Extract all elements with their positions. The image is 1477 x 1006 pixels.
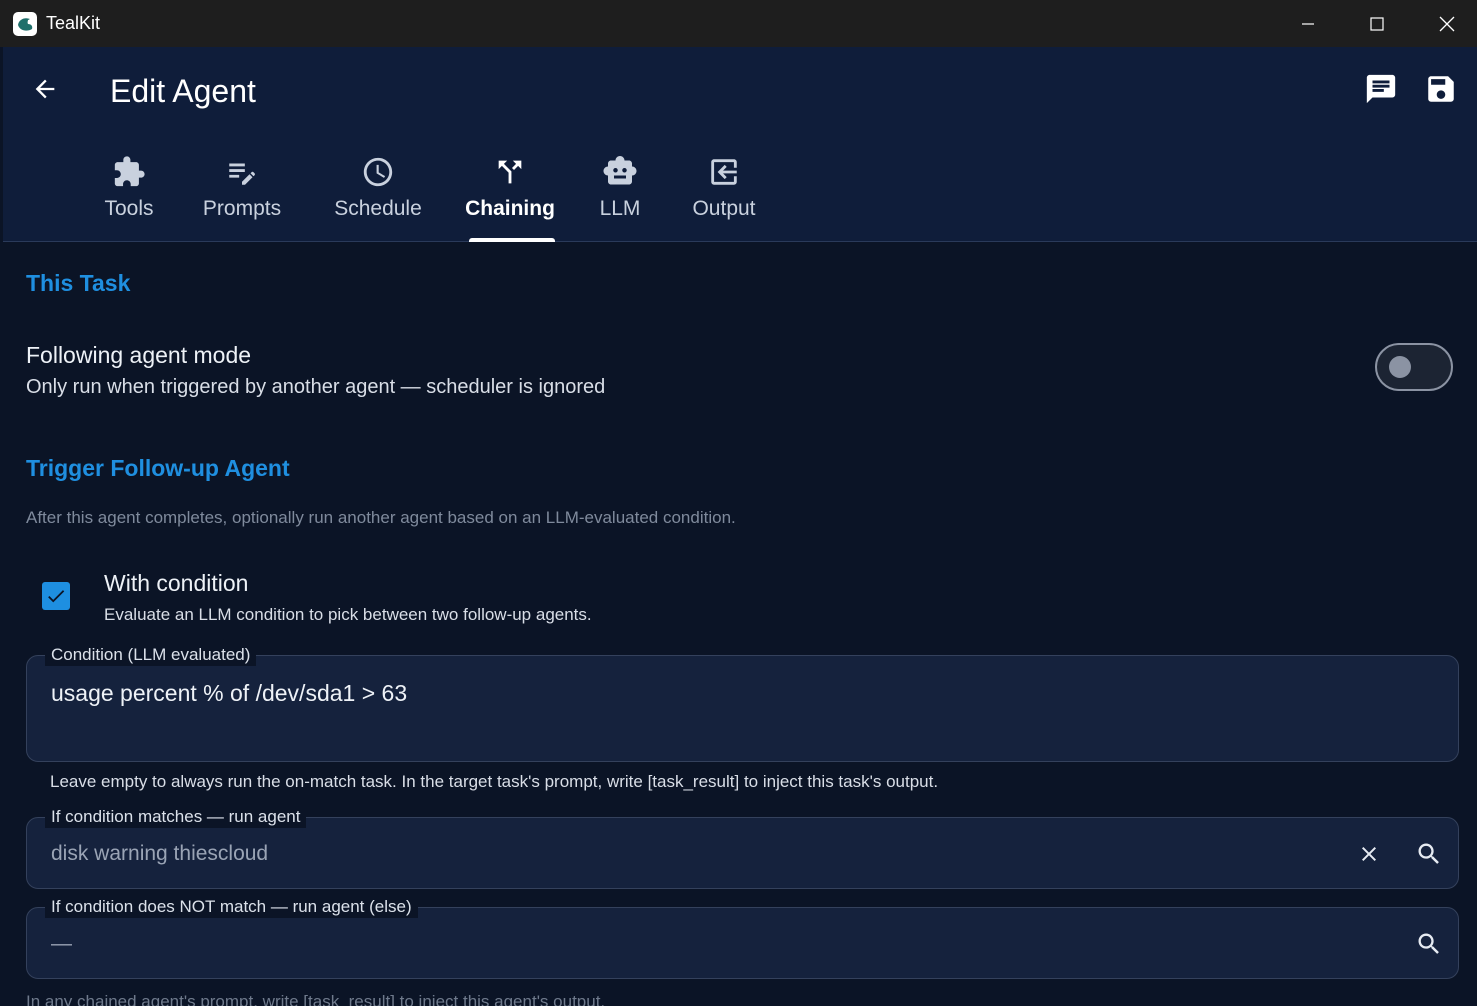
following-mode-subtitle: Only run when triggered by another agent… — [26, 376, 606, 398]
check-icon — [48, 590, 65, 603]
with-condition-checkbox[interactable] — [42, 582, 70, 610]
tab-llm[interactable]: LLM — [597, 147, 643, 242]
following-mode-toggle[interactable] — [1375, 343, 1453, 391]
page-title: Edit Agent — [110, 73, 256, 109]
app-logo-icon — [13, 12, 37, 36]
puzzle-icon — [112, 147, 146, 189]
app-header: Edit Agent Tools Prompts Schedule Chaini… — [3, 47, 1477, 242]
chaining-panel: This Task Following agent mode Only run … — [0, 242, 1477, 1006]
save-icon — [1428, 76, 1454, 102]
with-condition-title: With condition — [104, 570, 249, 596]
match-agent-input[interactable]: disk warning thiescloud — [51, 842, 268, 866]
window-titlebar: TealKit — [0, 0, 1477, 47]
tab-tools[interactable]: Tools — [96, 147, 162, 242]
search-match-button[interactable] — [1411, 836, 1447, 872]
edit-list-icon — [225, 147, 259, 189]
match-agent-label: If condition matches — run agent — [45, 806, 307, 828]
robot-icon — [602, 147, 638, 189]
else-helper: In any chained agent's prompt, write [ta… — [26, 992, 606, 1006]
app-title: TealKit — [46, 13, 101, 33]
close-button[interactable] — [1412, 0, 1477, 47]
tab-prompts[interactable]: Prompts — [199, 147, 285, 242]
save-button[interactable] — [1421, 69, 1461, 109]
minimize-button[interactable] — [1273, 0, 1343, 47]
tab-chaining[interactable]: Chaining — [465, 147, 555, 242]
maximize-button[interactable] — [1342, 0, 1412, 47]
this-task-heading: This Task — [26, 270, 131, 296]
else-agent-input[interactable]: — — [51, 932, 72, 956]
back-button[interactable] — [25, 69, 65, 109]
tab-bar: Tools Prompts Schedule Chaining LLM Outp… — [3, 147, 1477, 242]
condition-field-label: Condition (LLM evaluated) — [45, 644, 257, 666]
condition-input[interactable]: usage percent % of /dev/sda1 > 63 — [51, 680, 407, 707]
arrow-left-icon — [35, 79, 55, 99]
condition-field[interactable]: Condition (LLM evaluated) usage percent … — [26, 644, 1459, 762]
condition-helper: Leave empty to always run the on-match t… — [50, 772, 939, 791]
chat-icon — [1366, 74, 1396, 104]
clock-icon — [361, 147, 395, 189]
fork-icon — [493, 147, 527, 189]
else-agent-label: If condition does NOT match — run agent … — [45, 896, 418, 918]
clear-match-button[interactable] — [1351, 836, 1387, 872]
output-icon — [707, 147, 741, 189]
search-icon — [1418, 933, 1439, 954]
tab-output[interactable]: Output — [687, 147, 761, 242]
tab-schedule[interactable]: Schedule — [330, 147, 426, 242]
else-agent-field[interactable]: If condition does NOT match — run agent … — [26, 896, 1459, 979]
trigger-heading: Trigger Follow-up Agent — [26, 455, 290, 481]
search-else-button[interactable] — [1411, 926, 1447, 962]
match-agent-field[interactable]: If condition matches — run agent disk wa… — [26, 806, 1459, 889]
following-mode-title: Following agent mode — [26, 342, 252, 368]
trigger-description: After this agent completes, optionally r… — [26, 508, 736, 527]
toggle-knob — [1389, 356, 1411, 378]
search-icon — [1418, 843, 1439, 864]
close-icon — [1362, 847, 1376, 861]
chat-button[interactable] — [1361, 69, 1401, 109]
with-condition-subtitle: Evaluate an LLM condition to pick betwee… — [104, 605, 592, 624]
